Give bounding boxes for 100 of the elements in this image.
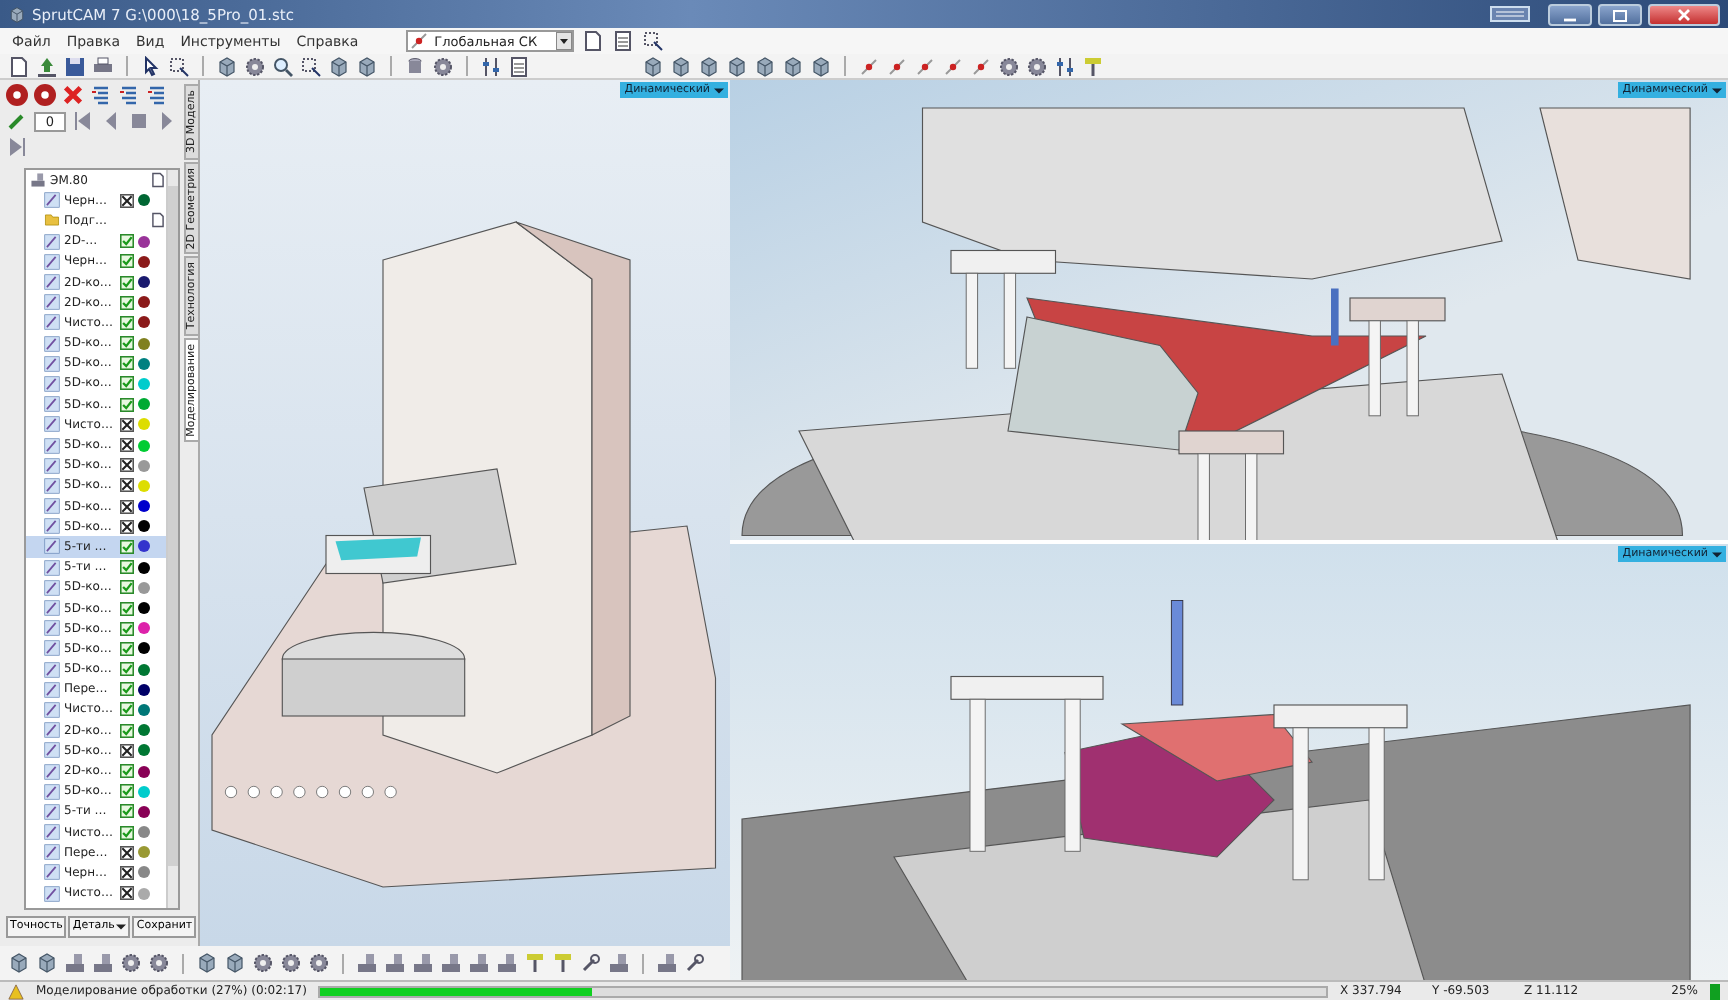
gear-icon[interactable]: [998, 55, 1020, 77]
selection-icon[interactable]: [168, 55, 190, 77]
search-icon[interactable]: [272, 55, 294, 77]
checkbox[interactable]: [120, 193, 134, 208]
checkbox[interactable]: [120, 580, 134, 595]
cube-icon[interactable]: [216, 55, 238, 77]
scrollbar-thumb[interactable]: [168, 186, 178, 866]
arrow-icon[interactable]: [36, 55, 58, 77]
skip-back-icon[interactable]: [72, 110, 94, 132]
checkbox[interactable]: [120, 784, 134, 799]
cube-icon[interactable]: [328, 55, 350, 77]
table-icon[interactable]: [612, 30, 635, 52]
checkbox[interactable]: [120, 682, 134, 697]
selection-icon[interactable]: [642, 30, 665, 52]
cube-icon[interactable]: [224, 952, 246, 974]
machine-icon[interactable]: [656, 952, 678, 974]
cube-icon[interactable]: [196, 952, 218, 974]
fixture-closeup-drawing[interactable]: [741, 600, 1691, 980]
checkbox[interactable]: [120, 560, 134, 575]
skip-forward-icon[interactable]: [6, 136, 28, 158]
gear-icon[interactable]: [252, 952, 274, 974]
machine-icon[interactable]: [64, 952, 86, 974]
point-icon[interactable]: [970, 55, 992, 77]
checkbox[interactable]: [120, 886, 134, 901]
machine-icon[interactable]: [468, 952, 490, 974]
cube-icon[interactable]: [8, 952, 30, 974]
cube-icon[interactable]: [698, 55, 720, 77]
maximize-button[interactable]: [1598, 3, 1642, 25]
checkbox[interactable]: [120, 336, 134, 351]
checkbox[interactable]: [120, 295, 134, 310]
point-icon[interactable]: [914, 55, 936, 77]
checkbox[interactable]: [120, 865, 134, 880]
table-icon[interactable]: [508, 55, 530, 77]
checkbox[interactable]: [120, 275, 134, 290]
cube-icon[interactable]: [782, 55, 804, 77]
scrollbar[interactable]: [166, 170, 178, 908]
checkbox[interactable]: [120, 315, 134, 330]
close-button[interactable]: [1648, 3, 1720, 25]
caret-icon[interactable]: [1712, 85, 1722, 95]
cube-icon[interactable]: [36, 952, 58, 974]
stop-icon[interactable]: [128, 110, 150, 132]
checkbox[interactable]: [120, 397, 134, 412]
sliders-icon[interactable]: [480, 55, 502, 77]
point-icon[interactable]: [886, 55, 908, 77]
circle-icon[interactable]: [12, 90, 22, 100]
checkbox[interactable]: [120, 539, 134, 554]
cube-icon[interactable]: [356, 55, 378, 77]
gear-icon[interactable]: [1026, 55, 1048, 77]
list-icon[interactable]: [90, 84, 112, 106]
checkbox[interactable]: [120, 438, 134, 453]
point-icon[interactable]: [942, 55, 964, 77]
drill-icon[interactable]: [1082, 55, 1104, 77]
gear-icon[interactable]: [244, 55, 266, 77]
checkbox[interactable]: [120, 417, 134, 432]
checkbox[interactable]: [120, 519, 134, 534]
checkbox[interactable]: [120, 641, 134, 656]
sliders-icon[interactable]: [1054, 55, 1076, 77]
pencil-icon[interactable]: [6, 110, 28, 132]
point-icon[interactable]: [858, 55, 880, 77]
checkbox[interactable]: [120, 499, 134, 514]
checkbox[interactable]: [120, 825, 134, 840]
list-icon[interactable]: [146, 84, 168, 106]
checkbox[interactable]: [120, 376, 134, 391]
drill-icon[interactable]: [552, 952, 574, 974]
machine-icon[interactable]: [412, 952, 434, 974]
minimize-button[interactable]: [1548, 3, 1592, 25]
gear-icon[interactable]: [120, 952, 142, 974]
drill-icon[interactable]: [524, 952, 546, 974]
wrench-icon[interactable]: [580, 952, 602, 974]
checkbox[interactable]: [120, 845, 134, 860]
cursor-icon[interactable]: [140, 55, 162, 77]
checkbox[interactable]: [120, 804, 134, 819]
checkbox[interactable]: [120, 356, 134, 371]
cube-icon[interactable]: [642, 55, 664, 77]
gear-icon[interactable]: [432, 55, 454, 77]
selection-icon[interactable]: [300, 55, 322, 77]
checkbox[interactable]: [120, 478, 134, 493]
checkbox[interactable]: [120, 458, 134, 473]
gear-icon[interactable]: [148, 952, 170, 974]
caret-icon[interactable]: [1712, 549, 1722, 559]
machine-icon[interactable]: [356, 952, 378, 974]
checkbox[interactable]: [120, 743, 134, 758]
checkbox[interactable]: [120, 621, 134, 636]
checkbox[interactable]: [120, 702, 134, 717]
record-button[interactable]: [34, 84, 56, 106]
circle-icon[interactable]: [40, 90, 50, 100]
wrench-icon[interactable]: [684, 952, 706, 974]
cylinder-icon[interactable]: [404, 55, 426, 77]
checkbox[interactable]: [120, 234, 134, 249]
checkbox[interactable]: [120, 723, 134, 738]
keyboard-icon[interactable]: [1490, 6, 1530, 22]
caret-icon[interactable]: [116, 921, 127, 931]
checkbox[interactable]: [120, 254, 134, 269]
record-button[interactable]: [6, 84, 28, 106]
machine-icon[interactable]: [496, 952, 518, 974]
cube-icon[interactable]: [754, 55, 776, 77]
machine-icon[interactable]: [384, 952, 406, 974]
dropdown-arrow-icon[interactable]: [556, 32, 573, 50]
machine-icon[interactable]: [608, 952, 630, 974]
gear-icon[interactable]: [280, 952, 302, 974]
